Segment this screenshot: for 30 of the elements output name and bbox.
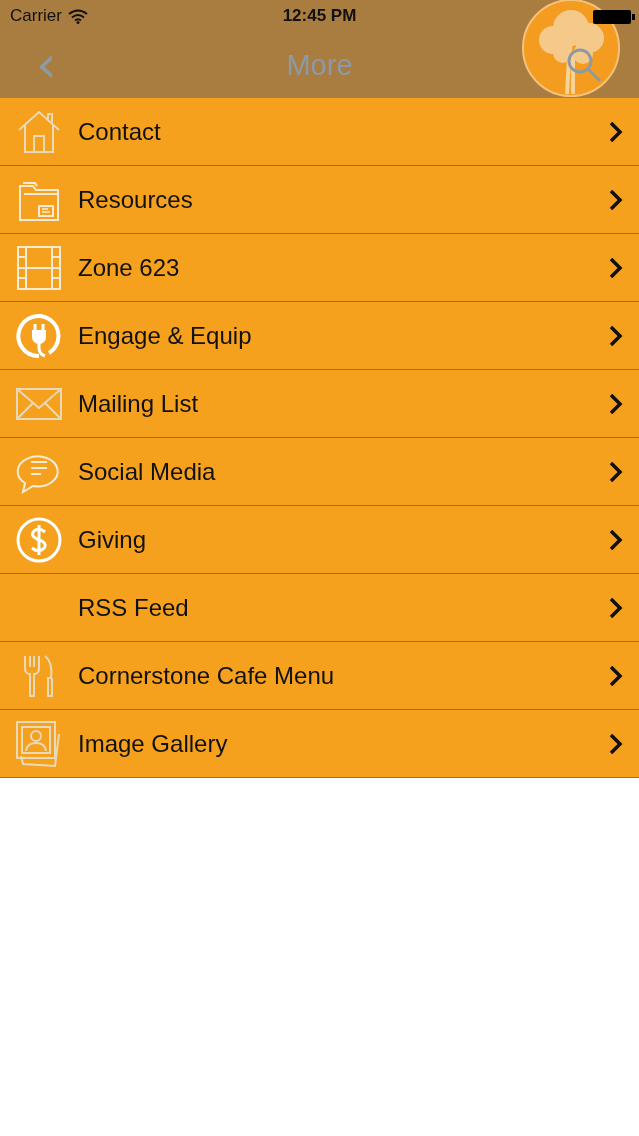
chevron-right-icon [609,528,623,551]
screen-title: More [286,48,353,82]
carrier-label: Carrier [10,6,62,26]
chevron-right-icon [609,664,623,687]
menu-row[interactable]: Mailing List [0,370,639,438]
menu-row[interactable]: Social Media [0,438,639,506]
menu-row[interactable]: Image Gallery [0,710,639,778]
battery-icon [593,10,635,24]
dollar-coin-icon [15,515,63,564]
chevron-right-icon [609,392,623,415]
menu-row[interactable]: Zone 623 [0,234,639,302]
chevron-right-icon [609,596,623,619]
menu-row[interactable]: Engage & Equip [0,302,639,370]
film-strip-icon [15,243,63,292]
photo-stack-icon [15,719,63,768]
chevron-right-icon [609,324,623,347]
chevron-right-icon [609,256,623,279]
clock-time: 12:45 PM [281,6,358,26]
chevron-right-icon [609,188,623,211]
chevron-right-icon [609,460,623,483]
chevron-right-icon [609,732,623,755]
menu-row[interactable]: RSS Feed [0,574,639,642]
menu-row[interactable]: Contact [0,98,639,166]
wifi-icon [67,8,88,24]
menu-row[interactable]: Giving [0,506,639,574]
plug-icon [15,311,63,360]
menu-row[interactable]: Resources [0,166,639,234]
chevron-right-icon [609,120,623,143]
menu-row[interactable]: Cornerstone Cafe Menu [0,642,639,710]
search-icon[interactable] [566,47,602,83]
